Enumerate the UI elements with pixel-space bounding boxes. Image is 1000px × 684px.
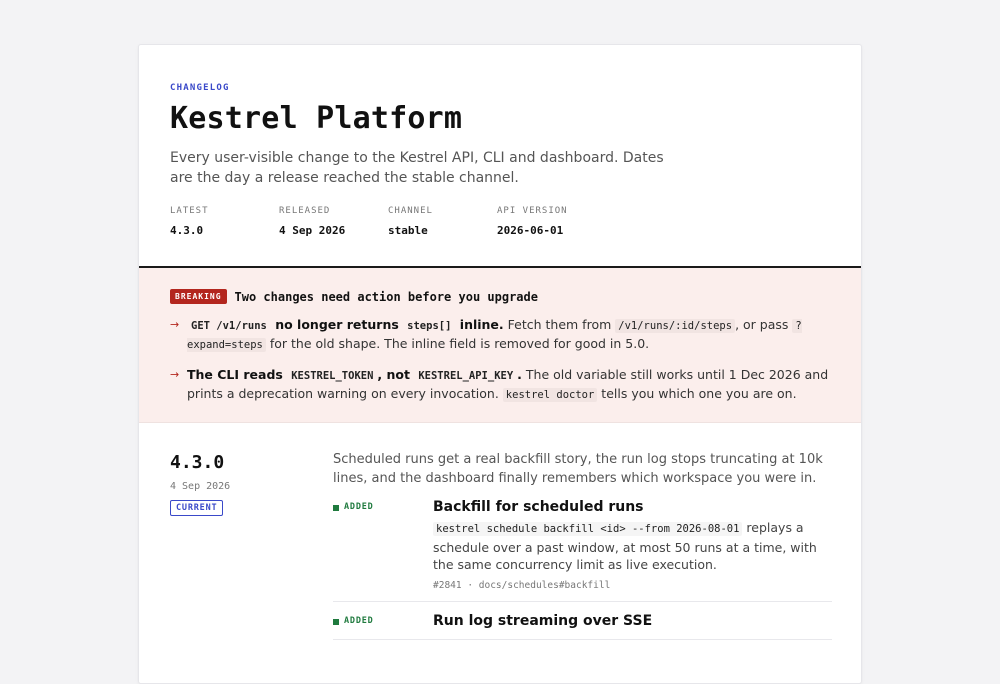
release-summary: Scheduled runs get a real backfill story…: [333, 452, 823, 486]
change-body: Run log streaming over SSE: [433, 613, 832, 629]
added-square-icon: [333, 618, 339, 625]
inline-code: KESTREL_API_KEY: [418, 370, 514, 382]
change-type-label: ADDED: [344, 615, 374, 626]
meta-value: 4 Sep 2026: [279, 224, 346, 237]
change-entry: ADDED Backfill for scheduled runs kestre…: [333, 488, 832, 602]
change-entry: ADDED Run log streaming over SSE: [333, 602, 832, 640]
item-text: Fetch them from: [507, 317, 612, 332]
eyebrow-label: CHANGELOG: [170, 83, 230, 93]
meta-label: API VERSION: [497, 206, 568, 216]
item-emphasis: .: [517, 367, 522, 382]
breaking-heading: BREAKING Two changes need action before …: [170, 289, 830, 304]
meta-value: 2026-06-01: [497, 224, 564, 237]
inline-code: /v1/runs/:id/steps: [615, 319, 736, 333]
item-text: , or pass: [735, 317, 789, 332]
inline-code: KESTREL_TOKEN: [291, 370, 374, 382]
arrow-right-icon: →: [170, 318, 180, 331]
breaking-changes-callout: BREAKING Two changes need action before …: [139, 268, 861, 423]
meta-api-version: API VERSION 2026-06-01: [497, 206, 606, 237]
meta-released: RELEASED 4 Sep 2026: [279, 206, 388, 237]
change-refs[interactable]: #2841 · docs/schedules#backfill: [433, 580, 832, 591]
change-type: ADDED: [333, 613, 433, 629]
arrow-right-icon: →: [170, 368, 180, 381]
change-type: ADDED: [333, 499, 433, 591]
changelog-header: CHANGELOG Kestrel Platform Every user-vi…: [139, 45, 861, 268]
change-type-label: ADDED: [344, 502, 374, 512]
meta-label: RELEASED: [279, 206, 331, 216]
meta-channel: CHANNEL stable: [388, 206, 497, 237]
breaking-title: Two changes need action before you upgra…: [234, 289, 538, 304]
item-text: for the old shape. The inline field is r…: [269, 336, 650, 351]
item-emphasis: The CLI reads: [187, 367, 283, 382]
item-text: tells you which one you are on.: [601, 386, 797, 401]
meta-value: 4.3.0: [170, 224, 204, 237]
change-title: Run log streaming over SSE: [433, 612, 653, 629]
added-square-icon: [333, 505, 339, 511]
page-title: Kestrel Platform: [170, 101, 463, 136]
meta-label: LATEST: [170, 206, 209, 216]
inline-code: steps[]: [407, 320, 452, 332]
changelog-card: CHANGELOG Kestrel Platform Every user-vi…: [138, 44, 862, 684]
inline-code: GET /v1/runs: [191, 320, 267, 332]
meta-label: CHANNEL: [388, 206, 433, 216]
meta-latest: LATEST 4.3.0: [170, 206, 279, 237]
release-4-3-0: 4.3.0 4 Sep 2026 CURRENT Scheduled runs …: [139, 423, 861, 640]
release-sidebar: 4.3.0 4 Sep 2026 CURRENT: [170, 452, 310, 516]
change-body: Backfill for scheduled runs kestrel sche…: [433, 499, 832, 591]
breaking-item-runs-steps: → GET /v1/runs no longer returns steps[]…: [170, 316, 830, 354]
page-subtitle: Every user-visible change to the Kestrel…: [170, 150, 664, 186]
release-version[interactable]: 4.3.0: [170, 452, 310, 473]
breaking-badge: BREAKING: [170, 289, 227, 304]
inline-code: kestrel doctor: [502, 388, 598, 402]
change-title: Backfill for scheduled runs: [433, 499, 644, 515]
current-badge: CURRENT: [170, 500, 224, 516]
item-emphasis: no longer returns: [275, 317, 399, 332]
release-date: 4 Sep 2026: [170, 481, 231, 492]
meta-value: stable: [388, 224, 428, 237]
release-meta: LATEST 4.3.0 RELEASED 4 Sep 2026 CHANNEL…: [170, 206, 830, 237]
breaking-item-cli-token: → The CLI reads KESTREL_TOKEN, not KESTR…: [170, 366, 830, 404]
change-description: kestrel schedule backfill <id> --from 20…: [433, 519, 832, 574]
release-content: Scheduled runs get a real backfill story…: [333, 451, 832, 640]
inline-code: kestrel schedule backfill <id> --from 20…: [433, 522, 743, 536]
item-emphasis: , not: [377, 367, 410, 382]
item-emphasis: inline.: [459, 317, 504, 332]
